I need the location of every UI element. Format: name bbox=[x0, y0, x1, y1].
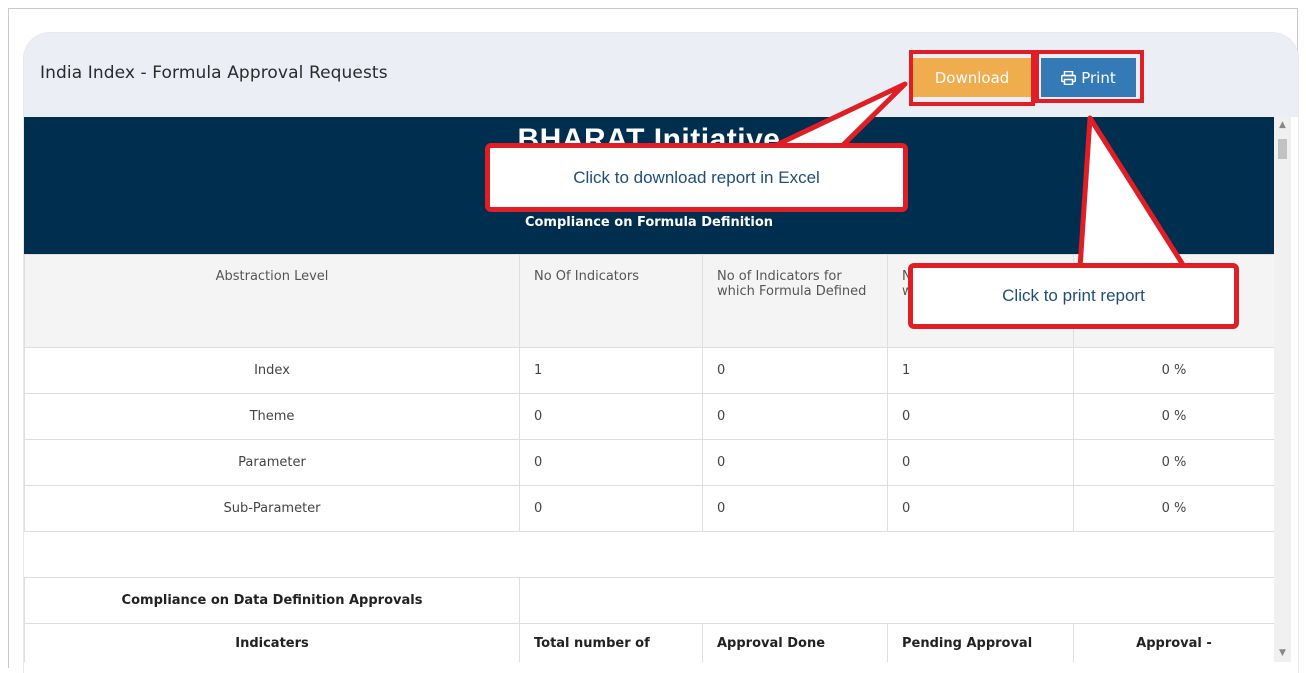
print-callout-pointer bbox=[1077, 115, 1188, 271]
download-callout-pointer bbox=[767, 81, 908, 151]
download-callout-text: Click to download report in Excel bbox=[573, 167, 820, 187]
download-callout: Click to download report in Excel bbox=[485, 143, 908, 212]
print-callout-text: Click to print report bbox=[1002, 286, 1145, 305]
print-callout: Click to print report bbox=[908, 263, 1239, 329]
callout-pointers bbox=[767, 81, 1188, 271]
